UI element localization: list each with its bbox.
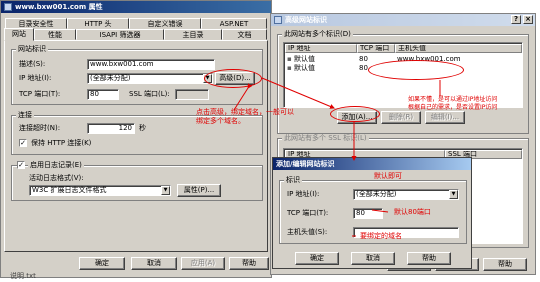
- annotation-default-port: 默认80端口: [394, 208, 431, 216]
- edit-host-label: 主机头值(S):: [287, 228, 328, 236]
- multiple-ssl-label: 此网站有多个 SSL 标识(L): [282, 134, 369, 143]
- bottom-file-text: 说明.txt: [10, 272, 36, 280]
- description-label: 描述(S):: [19, 60, 46, 68]
- advanced-help-button[interactable]: 帮助: [483, 258, 527, 271]
- edit-dialog-titlebar[interactable]: 添加/编辑网站标识: [273, 158, 471, 170]
- tab-home-directory[interactable]: 主目录: [164, 29, 222, 40]
- edit-help-button[interactable]: 帮助: [407, 252, 451, 265]
- timeout-input[interactable]: 120: [87, 123, 135, 134]
- host-highlight-ellipse: [368, 60, 464, 80]
- add-highlight-ellipse: [330, 106, 380, 122]
- row2-icon: ▪: [287, 64, 292, 72]
- tcp-port-label: TCP 端口(T):: [19, 90, 61, 98]
- edit-ok-button[interactable]: 确定: [295, 252, 339, 265]
- help-title-button[interactable]: ?: [511, 15, 521, 24]
- timeout-label: 连接超时(N):: [19, 124, 61, 132]
- row1-ip[interactable]: 默认值: [294, 55, 315, 63]
- advanced-title: 高级网站标识: [285, 16, 327, 24]
- log-format-label: 活动日志格式(V):: [29, 174, 84, 182]
- window-icon: [274, 16, 282, 24]
- keepalive-checkbox[interactable]: ✓: [19, 139, 27, 147]
- enable-logging-label: 启用日志记录(E): [28, 160, 84, 170]
- timeout-unit: 秒: [139, 124, 146, 132]
- ok-button[interactable]: 确定: [79, 257, 125, 270]
- keepalive-label: 保持 HTTP 连接(K): [31, 139, 92, 147]
- edit-tcp-input[interactable]: 80: [353, 208, 383, 219]
- help-button[interactable]: 帮助: [229, 257, 269, 270]
- annotation-click-advanced: 点击高级，绑定域名，一般可以 绑定多个域名。: [196, 108, 294, 125]
- chevron-down-icon[interactable]: ▼: [161, 186, 170, 195]
- log-properties-button[interactable]: 属性(P)...: [177, 184, 221, 197]
- advanced-titlebar[interactable]: 高级网站标识 ? ×: [271, 14, 535, 26]
- edit-dialog-title: 添加/编辑网站标识: [276, 160, 335, 168]
- column-ip[interactable]: IP 地址: [285, 44, 357, 53]
- apply-button[interactable]: 应用(A): [181, 257, 225, 270]
- tab-isapi-filters[interactable]: ISAPI 筛选器: [76, 29, 164, 40]
- column-host-header[interactable]: 主机头值: [395, 44, 522, 53]
- annotation-default-ok: 默认即可: [374, 172, 402, 180]
- tab-aspnet[interactable]: ASP.NET: [201, 18, 267, 29]
- properties-titlebar[interactable]: www.bxw001.com 属性: [1, 1, 271, 13]
- website-identity-label: 网站标识: [16, 45, 48, 54]
- edit-ip-dropdown[interactable]: (全部未分配) ▼: [353, 189, 459, 200]
- tab-performance[interactable]: 性能: [34, 29, 76, 40]
- column-tcp-port[interactable]: TCP 端口: [357, 44, 395, 53]
- enable-logging-checkbox[interactable]: ✓: [17, 161, 25, 169]
- cancel-button[interactable]: 取消: [131, 257, 177, 270]
- advanced-highlight-ellipse: [204, 69, 262, 88]
- tab-website[interactable]: 网站: [4, 28, 34, 41]
- tcp-port-input[interactable]: 80: [87, 89, 119, 100]
- log-format-dropdown[interactable]: W3C 扩展日志文件格式 ▼: [29, 185, 171, 196]
- tab-custom-errors[interactable]: 自定义错误: [129, 18, 201, 29]
- properties-title: www.bxw001.com 属性: [15, 3, 103, 11]
- properties-window: www.bxw001.com 属性 目录安全性 HTTP 头 自定义错误 ASP…: [0, 0, 272, 278]
- close-icon[interactable]: ×: [523, 15, 533, 24]
- chevron-down-icon[interactable]: ▼: [449, 190, 458, 199]
- multiple-identities-label: 此网站有多个标识(D): [282, 30, 353, 39]
- edit-identity-dialog: 添加/编辑网站标识 标识 IP 地址(I): (全部未分配) ▼ TCP 端口(…: [272, 157, 472, 269]
- ssl-port-label: SSL 端口(L):: [129, 90, 170, 98]
- row1-icon: ▪: [287, 55, 292, 63]
- tab-documents[interactable]: 文档: [222, 29, 267, 40]
- annotation-ip-note: 如果不懂，是可以通过IP地址访问 根据自己的需求，是否设置IP访问: [408, 96, 498, 111]
- window-icon: [4, 3, 12, 11]
- annotation-bind-domain: 要绑定的域名: [360, 232, 402, 240]
- connection-label: 连接: [16, 111, 34, 120]
- row2-ip[interactable]: 默认值: [294, 64, 315, 72]
- edit-button[interactable]: 编辑(I)...: [425, 111, 465, 124]
- ip-address-dropdown[interactable]: (全部未分配) ▼: [87, 73, 213, 84]
- edit-cancel-button[interactable]: 取消: [351, 252, 395, 265]
- edit-ip-label: IP 地址(I):: [287, 190, 320, 198]
- tab-http-headers[interactable]: HTTP 头: [67, 18, 129, 29]
- row2-port[interactable]: 80: [359, 64, 368, 72]
- ssl-port-input[interactable]: [175, 89, 209, 100]
- ip-address-label: IP 地址(I):: [19, 74, 52, 82]
- description-input[interactable]: www.bxw001.com: [87, 59, 215, 70]
- identity-group-label: 标识: [284, 176, 302, 185]
- row1-port[interactable]: 80: [359, 55, 368, 63]
- edit-tcp-label: TCP 端口(T):: [287, 209, 329, 217]
- remove-button[interactable]: 删除(R): [381, 111, 421, 124]
